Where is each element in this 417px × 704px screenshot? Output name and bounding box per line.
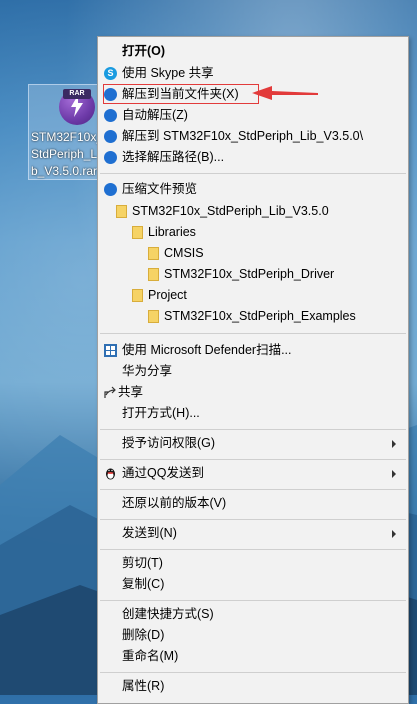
menu-separator: [100, 519, 406, 520]
menu-separator: [100, 333, 406, 334]
tree-item-examples[interactable]: STM32F10x_StdPeriph_Examples: [98, 306, 408, 327]
bandizip-icon: [104, 130, 117, 143]
folder-icon: [148, 268, 159, 281]
share-icon: [104, 386, 116, 398]
menu-item-copy[interactable]: 复制(C): [98, 574, 408, 595]
menu-separator: [100, 173, 406, 174]
menu-item-open[interactable]: 打开(O): [98, 41, 408, 62]
menu-item-grant-access[interactable]: 授予访问权限(G): [98, 433, 408, 454]
menu-item-huawei-share[interactable]: 华为分享: [98, 361, 408, 382]
tree-item-project[interactable]: Project: [98, 285, 408, 306]
chevron-right-icon: [392, 440, 396, 448]
tree-item-libraries[interactable]: Libraries: [98, 222, 408, 243]
menu-item-extract-to[interactable]: 解压到 STM32F10x_StdPeriph_Lib_V3.5.0\: [98, 126, 408, 147]
menu-item-choose-path[interactable]: 选择解压路径(B)...: [98, 147, 408, 168]
qq-penguin-icon: [106, 468, 115, 480]
red-annotation-arrow: [252, 86, 318, 100]
file-name-label: STM32F10x_ StdPeriph_L b_V3.5.0.rar: [31, 130, 101, 178]
context-menu: 打开(O) S 使用 Skype 共享 解压到当前文件夹(X) 自动解压(Z) …: [97, 36, 409, 704]
rar-archive-icon: RAR: [59, 89, 95, 125]
tree-item-driver[interactable]: STM32F10x_StdPeriph_Driver: [98, 264, 408, 285]
menu-separator: [100, 459, 406, 460]
rar-tag: RAR: [63, 89, 91, 99]
tree-item-root[interactable]: STM32F10x_StdPeriph_Lib_V3.5.0: [98, 201, 408, 222]
menu-separator: [100, 549, 406, 550]
skype-icon: S: [104, 67, 117, 80]
defender-shield-icon: [104, 344, 117, 357]
menu-item-skype-share[interactable]: S 使用 Skype 共享: [98, 63, 408, 84]
chevron-right-icon: [392, 470, 396, 478]
menu-separator: [100, 672, 406, 673]
bandizip-icon: [104, 183, 117, 196]
bandizip-icon: [104, 151, 117, 164]
menu-item-share[interactable]: 共享: [98, 382, 408, 403]
menu-item-send-to[interactable]: 发送到(N): [98, 523, 408, 544]
menu-item-properties[interactable]: 属性(R): [98, 676, 408, 697]
menu-item-qq-send[interactable]: 通过QQ发送到: [98, 463, 408, 484]
menu-item-rename[interactable]: 重命名(M): [98, 646, 408, 667]
folder-icon: [148, 247, 159, 260]
folder-icon: [148, 310, 159, 323]
menu-item-open-with[interactable]: 打开方式(H)...: [98, 403, 408, 424]
menu-separator: [100, 429, 406, 430]
menu-item-auto-extract[interactable]: 自动解压(Z): [98, 105, 408, 126]
menu-item-preview[interactable]: 压缩文件预览: [98, 179, 408, 200]
tree-item-cmsis[interactable]: CMSIS: [98, 243, 408, 264]
menu-separator: [100, 489, 406, 490]
folder-icon: [116, 205, 127, 218]
bandizip-icon: [104, 109, 117, 122]
rar-file-icon[interactable]: RAR STM32F10x_ StdPeriph_L b_V3.5.0.rar: [28, 84, 102, 180]
menu-item-restore-versions[interactable]: 还原以前的版本(V): [98, 493, 408, 514]
red-highlight-box: [103, 84, 259, 104]
menu-separator: [100, 600, 406, 601]
menu-item-cut[interactable]: 剪切(T): [98, 553, 408, 574]
folder-icon: [132, 289, 143, 302]
menu-item-create-shortcut[interactable]: 创建快捷方式(S): [98, 604, 408, 625]
chevron-right-icon: [392, 530, 396, 538]
menu-item-defender[interactable]: 使用 Microsoft Defender扫描...: [98, 340, 408, 361]
folder-icon: [132, 226, 143, 239]
menu-item-delete[interactable]: 删除(D): [98, 625, 408, 646]
